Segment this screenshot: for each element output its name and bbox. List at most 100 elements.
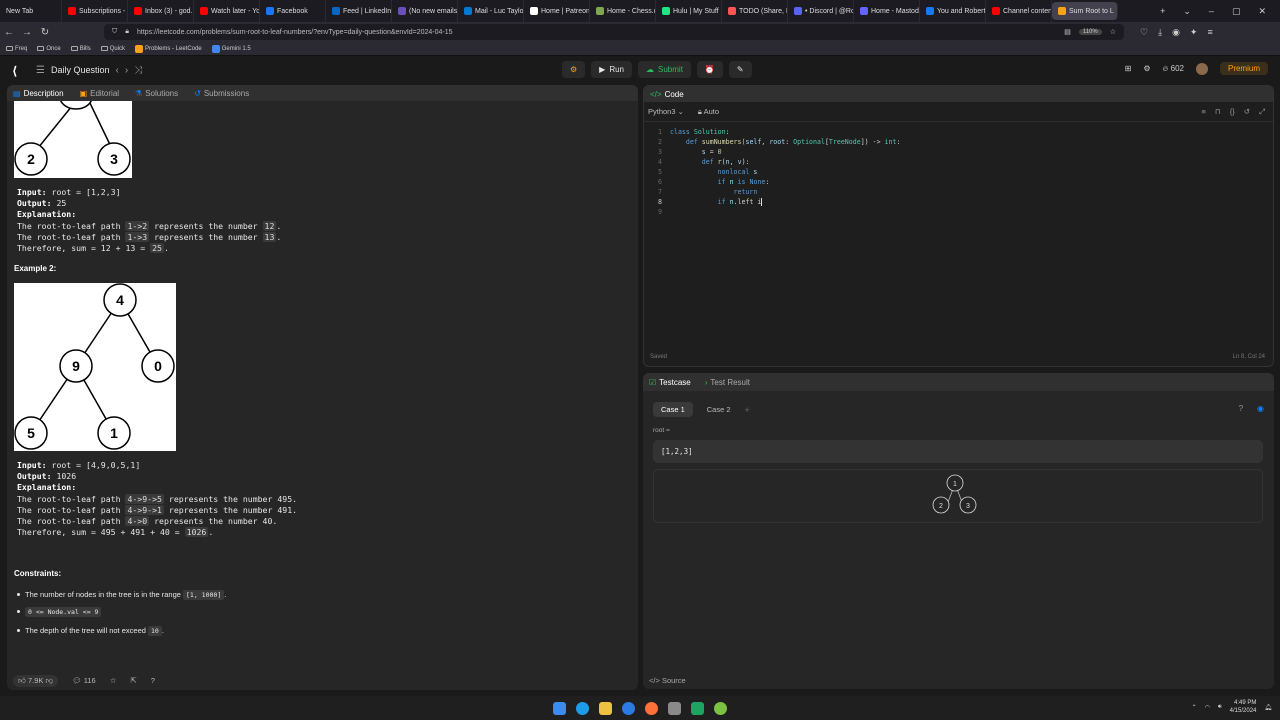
close-window-icon[interactable]: ✕ [1258, 6, 1266, 17]
like-button[interactable]: 👍︎ 7.9K 👎︎ [13, 674, 59, 687]
bookmark-icon[interactable]: ⊓ [1215, 107, 1221, 117]
browser-tab[interactable]: TODO (Share, Rj [722, 0, 788, 22]
new-tab-icon[interactable]: + [1160, 6, 1165, 17]
next-problem-icon[interactable]: › [125, 65, 128, 76]
sheets-app-icon[interactable] [691, 701, 704, 715]
browser-tab[interactable]: You and Robert [920, 0, 986, 22]
prev-problem-icon[interactable]: ‹ [116, 65, 119, 76]
notifications-icon[interactable]: 🔔︎ [1264, 704, 1272, 711]
browser-tab[interactable]: Home - Mastod [854, 0, 920, 22]
menu-icon[interactable]: ≡ [1207, 27, 1212, 38]
braces-icon[interactable]: {} [1230, 107, 1235, 117]
thumbs-down-icon[interactable]: 👎︎ [45, 676, 53, 685]
case-2-tab[interactable]: Case 2 [699, 402, 739, 417]
downloads-icon[interactable]: ⤓ [1158, 27, 1162, 38]
random-problem-icon[interactable]: ⤨ [134, 65, 142, 76]
browser-tab[interactable]: Channel content [986, 0, 1052, 22]
bookmark-item[interactable]: Bills [70, 46, 91, 52]
favorite-star-icon[interactable]: ☆ [110, 676, 117, 685]
tab-solutions[interactable]: ⚗ Solutions [135, 89, 178, 98]
url-text[interactable]: https://leetcode.com/problems/sum-root-t… [137, 29, 1056, 36]
extensions-icon[interactable]: ✦ [1190, 27, 1198, 38]
maximize-icon[interactable]: ▢ [1232, 6, 1241, 17]
tab-editorial[interactable]: ▣ Editorial [80, 89, 119, 98]
browser-tab[interactable]: New Tab [0, 0, 62, 22]
pocket-icon[interactable]: ♡ [1140, 27, 1148, 38]
source-link[interactable]: </> Source [649, 676, 686, 685]
tab-list-icon[interactable]: ⌄ [1183, 6, 1191, 17]
coins-counter[interactable]: 🔥︎ 602 [1163, 64, 1184, 74]
notes-icon[interactable]: ✎ [728, 61, 752, 78]
comment-icon: 💬︎ [72, 676, 82, 685]
firefox-app-icon[interactable] [645, 701, 658, 715]
browser-tab[interactable]: Subscriptions - Y [62, 0, 128, 22]
bookmark-item[interactable]: Once [37, 46, 61, 52]
tray-chevron-icon[interactable]: ⌃ [1192, 704, 1197, 711]
account-icon[interactable]: ◉ [1172, 27, 1180, 38]
forward-icon[interactable]: → [18, 27, 36, 38]
leetcode-logo-icon[interactable]: ⟨ [12, 64, 24, 78]
layout-icon[interactable]: ⊞ [1125, 64, 1132, 73]
debug-button[interactable]: ⚙ [562, 61, 586, 78]
language-select[interactable]: Python3 ⌄ [648, 107, 684, 116]
network-icon[interactable]: ◠ [1205, 704, 1210, 711]
root-input[interactable]: [1,2,3] [653, 440, 1263, 463]
code-tab[interactable]: </> Code [644, 86, 1273, 102]
eye-icon[interactable]: ◉ [1257, 404, 1264, 413]
zoom-level[interactable]: 110% [1078, 29, 1102, 35]
back-icon[interactable]: ← [0, 27, 18, 38]
bookmark-star-icon[interactable]: ☆ [1110, 28, 1116, 36]
auto-mode-toggle[interactable]: 🔒︎ Auto [698, 107, 719, 117]
tab-testcase[interactable]: ☑ Testcase [649, 378, 691, 387]
tab-submissions[interactable]: ↺ Submissions [194, 89, 249, 98]
avatar[interactable] [1195, 62, 1208, 75]
browser-tab[interactable]: Watch later - You [194, 0, 260, 22]
reload-icon[interactable]: ↻ [36, 27, 54, 38]
submit-button[interactable]: ☁ Submit [638, 61, 691, 78]
browser-tab[interactable]: Facebook [260, 0, 326, 22]
browser-app-icon[interactable] [622, 701, 635, 715]
chrome-app-icon[interactable] [714, 701, 727, 715]
reset-icon[interactable]: ↺ [1244, 107, 1250, 117]
browser-tab[interactable]: • Discord | @Rob [788, 0, 854, 22]
volume-icon[interactable]: 🔊︎ [1218, 704, 1222, 711]
browser-tab[interactable]: Home | Patreon [524, 0, 590, 22]
browser-tab[interactable]: Home - Chess.c [590, 0, 656, 22]
minimize-icon[interactable]: – [1209, 6, 1214, 17]
timer-icon[interactable]: ⏰ [696, 61, 723, 78]
code-editor[interactable]: 1 2 3 4 5 6 7 8 9 class Solution: def su… [644, 126, 1273, 346]
run-button[interactable]: ▶ Run [591, 61, 633, 78]
constraint-text: The number of nodes in the tree is in th… [25, 590, 184, 599]
fullscreen-icon[interactable]: ⤢ [1259, 107, 1265, 117]
help-circle-icon[interactable]: ? [1239, 404, 1243, 413]
clock[interactable]: 4:49 PM 4/15/2024 [1230, 699, 1257, 715]
url-bar[interactable]: ⛉ 🔒︎ https://leetcode.com/problems/sum-r… [104, 24, 1124, 40]
browser-tab[interactable]: (No new emails) [392, 0, 458, 22]
browser-tab[interactable]: Feed | LinkedIn [326, 0, 392, 22]
windows-start-icon[interactable] [553, 701, 566, 715]
case-1-tab[interactable]: Case 1 [653, 402, 693, 417]
tab-test-result[interactable]: › Test Result [705, 378, 750, 387]
daily-question-link[interactable]: Daily Question [51, 65, 110, 75]
edge-app-icon[interactable] [576, 701, 589, 715]
bookmark-item[interactable]: Gemini 1.5 [211, 44, 251, 53]
comments-button[interactable]: 💬︎ 116 [72, 676, 96, 685]
bookmark-item[interactable]: Freq [6, 46, 27, 52]
tab-description[interactable]: ▤ Description [13, 89, 64, 98]
file-explorer-icon[interactable] [599, 701, 612, 715]
premium-button[interactable]: Premium [1219, 62, 1268, 75]
browser-tab[interactable]: Sum Root to L✕ [1052, 2, 1118, 20]
format-icon[interactable]: ≡ [1201, 107, 1205, 117]
help-icon[interactable]: ? [151, 676, 155, 685]
settings-gear-icon[interactable]: ⚙ [1143, 64, 1150, 73]
reader-icon[interactable]: ▤ [1064, 28, 1071, 36]
bookmark-item[interactable]: Quick [100, 46, 125, 52]
add-case-icon[interactable]: + [745, 405, 750, 415]
problem-list-icon[interactable]: ☰ [36, 65, 45, 76]
notepad-app-icon[interactable] [668, 701, 681, 715]
browser-tab[interactable]: Inbox (3) - god... [128, 0, 194, 22]
browser-tab[interactable]: Mail - Luc Taylor [458, 0, 524, 22]
browser-tab[interactable]: Hulu | My Stuff [656, 0, 722, 22]
bookmark-item[interactable]: Problems - LeetCode [135, 44, 202, 53]
share-icon[interactable]: ⇱ [130, 676, 136, 685]
